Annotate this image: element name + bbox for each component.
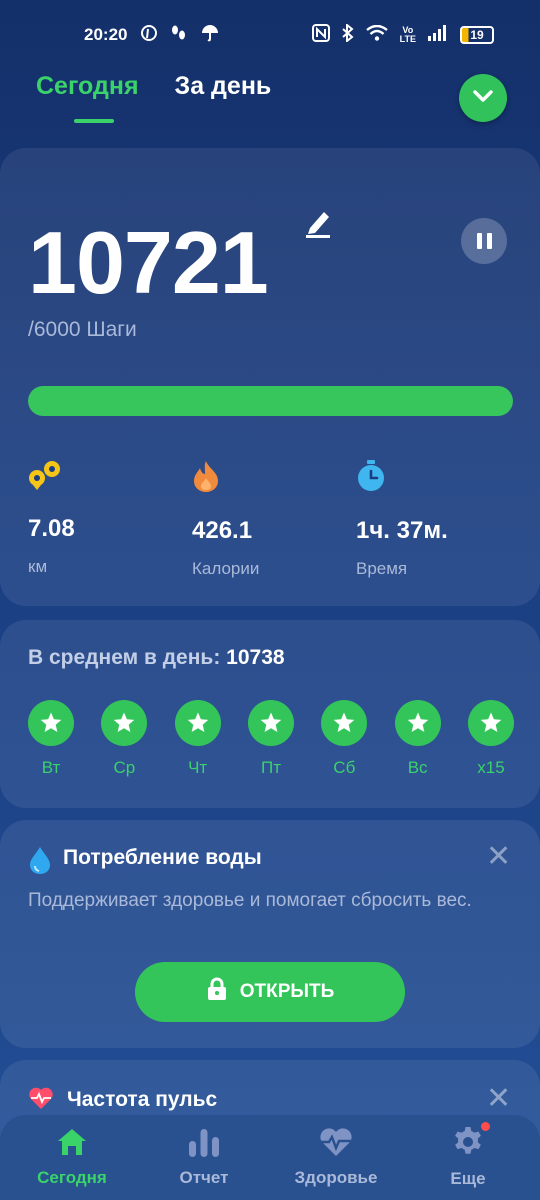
- steps-progress-fill: [28, 386, 513, 416]
- nav-more[interactable]: Еще: [408, 1122, 528, 1189]
- top-tabs: Сегодня За день: [36, 72, 272, 123]
- time-label: Время: [356, 559, 408, 578]
- water-description: Поддерживает здоровье и помогает сбросит…: [28, 890, 472, 911]
- bottom-nav: Сегодня Отчет Здоровье Еще: [0, 1115, 540, 1200]
- day-label: Сб: [333, 758, 356, 777]
- calories-value: 426.1: [192, 517, 253, 544]
- status-time: 20:20: [84, 25, 128, 44]
- nav-today-label: Сегодня: [37, 1168, 107, 1187]
- day-item: Вс: [394, 700, 441, 778]
- edit-icon[interactable]: [304, 208, 332, 243]
- pause-button[interactable]: [461, 218, 507, 264]
- volte-indicator: Vo LTE: [400, 26, 416, 44]
- pause-bar-right: [486, 233, 492, 249]
- steps-goal: /6000 Шаги: [28, 318, 137, 341]
- day-label: Ср: [113, 758, 136, 777]
- calories-label: Калории: [192, 559, 260, 578]
- star-icon: [174, 700, 221, 746]
- close-icon[interactable]: ✕: [486, 842, 511, 872]
- nav-report-label: Отчет: [179, 1168, 229, 1187]
- steps-card: 10721 /6000 Шаги 7.08 км 426.1 Калории 1…: [0, 148, 540, 606]
- steps-progress-bar: [28, 386, 513, 416]
- open-button[interactable]: ОТКРЫТЬ: [135, 962, 405, 1022]
- day-item: Пт: [247, 700, 294, 778]
- day-label: Чт: [188, 758, 208, 777]
- day-item: Сб: [321, 700, 368, 778]
- star-icon: [467, 700, 514, 746]
- nfc-icon: [311, 23, 330, 47]
- nav-today[interactable]: Сегодня: [12, 1127, 132, 1188]
- day-item: Ср: [101, 700, 148, 778]
- lock-icon: [206, 977, 228, 1007]
- battery-indicator: 19: [460, 26, 494, 44]
- wifi-icon: [365, 24, 388, 46]
- star-icon: [321, 700, 368, 746]
- star-icon: [394, 700, 441, 746]
- bluetooth-icon: [341, 22, 354, 47]
- tab-today[interactable]: Сегодня: [36, 72, 139, 123]
- open-button-label: ОТКРЫТЬ: [239, 981, 335, 1002]
- stat-distance: 7.08 км: [28, 460, 75, 577]
- steps-count: 10721: [28, 213, 269, 312]
- day-label: x15: [477, 758, 505, 777]
- average-label: В среднем в день:: [28, 646, 227, 669]
- average-value: 10738: [226, 646, 285, 669]
- average-card: В среднем в день: 10738 Вт Ср Чт Пт Сб Вс x15: [0, 620, 540, 808]
- day-label: Вт: [41, 758, 61, 777]
- flame-icon: [192, 461, 220, 496]
- nav-more-label: Еще: [450, 1169, 486, 1188]
- nav-health-label: Здоровье: [294, 1168, 378, 1187]
- day-label: Пт: [260, 758, 281, 777]
- days-row: Вт Ср Чт Пт Сб Вс x15: [28, 700, 514, 778]
- day-item: x15: [467, 700, 514, 778]
- star-icon: [247, 700, 294, 746]
- stopwatch-icon: [356, 460, 386, 496]
- water-drop-icon: [28, 846, 52, 879]
- time-value: 1ч. 37м.: [356, 517, 448, 544]
- umbrella-icon: [201, 24, 219, 47]
- heart-rate-icon: [28, 1086, 54, 1115]
- stat-calories: 426.1 Калории: [192, 460, 259, 579]
- bar-chart-icon: [187, 1127, 221, 1162]
- day-item: Чт: [174, 700, 221, 778]
- nav-report[interactable]: Отчет: [144, 1127, 264, 1188]
- heart-pulse-icon: [318, 1127, 354, 1162]
- day-item: Вт: [28, 700, 74, 778]
- distance-label: км: [28, 557, 48, 576]
- volte-bottom: LTE: [399, 34, 416, 44]
- average-title: В среднем в день: 10738: [28, 646, 285, 670]
- nav-health[interactable]: Здоровье: [276, 1127, 396, 1188]
- pulse-title: Частота пульс: [67, 1088, 218, 1111]
- gear-icon: [452, 1122, 490, 1163]
- water-card: Потребление воды ✕ Поддерживает здоровье…: [0, 820, 540, 1048]
- close-pulse-icon[interactable]: ✕: [486, 1084, 511, 1114]
- signal-icon: [428, 24, 448, 46]
- notification-dot: [481, 1122, 490, 1131]
- home-icon: [56, 1127, 88, 1162]
- pinterest-icon: [141, 24, 158, 46]
- tab-by-day[interactable]: За день: [175, 72, 272, 101]
- stat-time: 1ч. 37м. Время: [356, 460, 448, 579]
- footsteps-icon: [171, 24, 187, 47]
- distance-value: 7.08: [28, 515, 75, 542]
- status-bar: 20:20 Vo LTE 19: [0, 0, 540, 70]
- pause-bar-left: [476, 233, 482, 249]
- star-icon: [101, 700, 148, 746]
- expand-button[interactable]: [459, 74, 507, 122]
- route-icon: [28, 461, 62, 494]
- day-label: Вс: [407, 758, 428, 777]
- star-icon: [28, 700, 74, 746]
- water-title: Потребление воды: [63, 846, 262, 869]
- chevron-down-icon: [472, 89, 494, 108]
